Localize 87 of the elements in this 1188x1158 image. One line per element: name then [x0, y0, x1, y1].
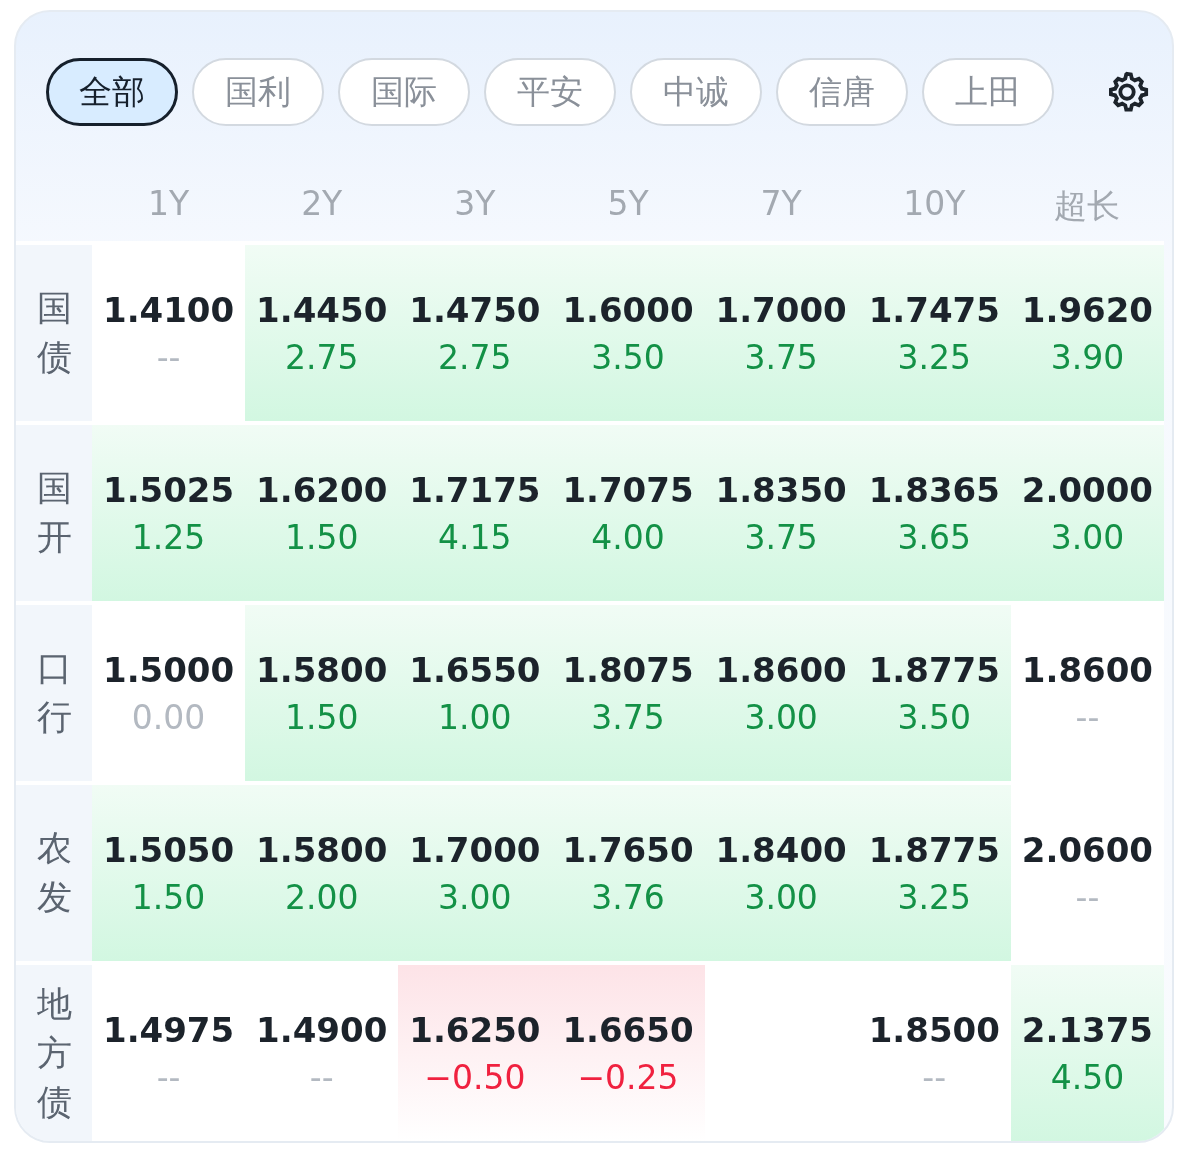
change-value: -- — [922, 1057, 947, 1097]
rate-value: 1.8350 — [715, 469, 847, 510]
rate-value: 1.8600 — [715, 649, 847, 690]
rate-value: 1.7475 — [868, 289, 1000, 330]
rate-value: 1.5800 — [256, 649, 388, 690]
change-value: 3.75 — [591, 697, 665, 737]
change-value: 3.50 — [897, 697, 971, 737]
change-value: 1.00 — [438, 697, 512, 737]
change-value: 4.50 — [1050, 1057, 1125, 1097]
filter-tab[interactable]: 国际 — [338, 58, 470, 126]
change-value: 4.15 — [438, 517, 512, 557]
rate-value: 1.4750 — [409, 289, 541, 330]
rate-value: 1.7000 — [715, 289, 847, 330]
change-value: 3.50 — [591, 337, 665, 377]
change-value: 2.75 — [438, 337, 512, 377]
change-value: 2.75 — [284, 337, 359, 377]
rate-value: 1.8075 — [562, 649, 694, 690]
rate-value: 1.7000 — [409, 829, 541, 870]
change-value: 1.50 — [131, 877, 206, 917]
row-label: 地方债 — [36, 982, 72, 1124]
change-value: 3.00 — [744, 877, 818, 917]
rate-value: 1.4975 — [102, 1009, 235, 1050]
rate-value: 1.7175 — [409, 469, 541, 510]
rate-value: 1.4900 — [256, 1009, 388, 1050]
rate-value: 1.7075 — [562, 469, 694, 510]
filter-tab[interactable]: 信唐 — [776, 58, 908, 126]
column-header: 5Y — [606, 183, 650, 225]
rate-value: 2.0000 — [1021, 469, 1153, 510]
filter-tab[interactable]: 国利 — [192, 58, 324, 126]
rate-value: 2.0600 — [1021, 829, 1153, 870]
rate-value: 1.8500 — [868, 1009, 1000, 1050]
row-label: 国债 — [36, 287, 72, 379]
filter-tab[interactable]: 上田 — [922, 58, 1054, 126]
change-value: 3.25 — [897, 877, 971, 917]
change-value: 3.65 — [897, 517, 971, 557]
change-value: -- — [156, 1057, 181, 1097]
change-value: 3.00 — [438, 877, 512, 917]
change-value: 3.75 — [744, 517, 818, 557]
change-value: 3.75 — [744, 337, 818, 377]
filter-tab[interactable]: 平安 — [484, 58, 616, 126]
rate-value: 1.6550 — [409, 649, 541, 690]
change-value: 3.90 — [1050, 337, 1125, 377]
rate-value: 1.8365 — [868, 469, 1000, 510]
change-value: 0.00 — [131, 697, 206, 737]
column-header: 超长 — [1053, 185, 1122, 227]
rate-value: 1.6650 — [562, 1009, 694, 1050]
column-header: 1Y — [147, 183, 191, 225]
change-value: 1.50 — [284, 697, 359, 737]
rate-value: 1.9620 — [1021, 289, 1153, 330]
row-label: 口行 — [36, 647, 72, 739]
filter-tab[interactable]: 中诚 — [630, 58, 762, 126]
rate-value: 1.8400 — [715, 829, 847, 870]
change-value: -- — [309, 1057, 334, 1097]
rate-value: 1.5025 — [102, 469, 235, 510]
column-header: 7Y — [759, 183, 803, 225]
rate-value: 1.6000 — [562, 289, 694, 330]
filter-tab[interactable]: 全部 — [46, 58, 178, 126]
change-value: 3.25 — [897, 337, 971, 377]
rate-value: 1.8775 — [868, 649, 1000, 690]
rate-value: 1.4450 — [256, 289, 388, 330]
rate-value: 2.1375 — [1021, 1009, 1153, 1050]
rate-value: 1.5000 — [102, 649, 235, 690]
change-value: 4.00 — [591, 517, 665, 557]
change-value: 1.50 — [284, 517, 359, 557]
column-header: 2Y — [300, 183, 344, 225]
change-value: 2.00 — [284, 877, 359, 917]
column-header: 10Y — [902, 183, 967, 225]
row-label: 国开 — [36, 467, 72, 559]
column-header: 3Y — [453, 183, 497, 225]
change-value: -- — [1075, 697, 1100, 737]
change-value: 3.00 — [744, 697, 818, 737]
row-label: 农发 — [36, 827, 72, 919]
rate-value: 1.5050 — [102, 829, 235, 870]
rate-value: 1.6200 — [256, 469, 388, 510]
change-value: −0.50 — [424, 1057, 526, 1097]
change-value: -- — [156, 337, 181, 377]
change-value: 3.00 — [1050, 517, 1125, 557]
rate-value: 1.8775 — [868, 829, 1000, 870]
change-value: -- — [1075, 877, 1100, 917]
change-value: −0.25 — [577, 1057, 679, 1097]
change-value: 1.25 — [131, 517, 206, 557]
change-value: 3.76 — [591, 877, 665, 917]
rate-value: 1.7650 — [562, 829, 694, 870]
rate-value: 1.5800 — [256, 829, 388, 870]
rate-value: 1.4100 — [102, 289, 235, 330]
rate-value: 1.6250 — [409, 1009, 541, 1050]
rate-value: 1.8600 — [1021, 649, 1153, 690]
